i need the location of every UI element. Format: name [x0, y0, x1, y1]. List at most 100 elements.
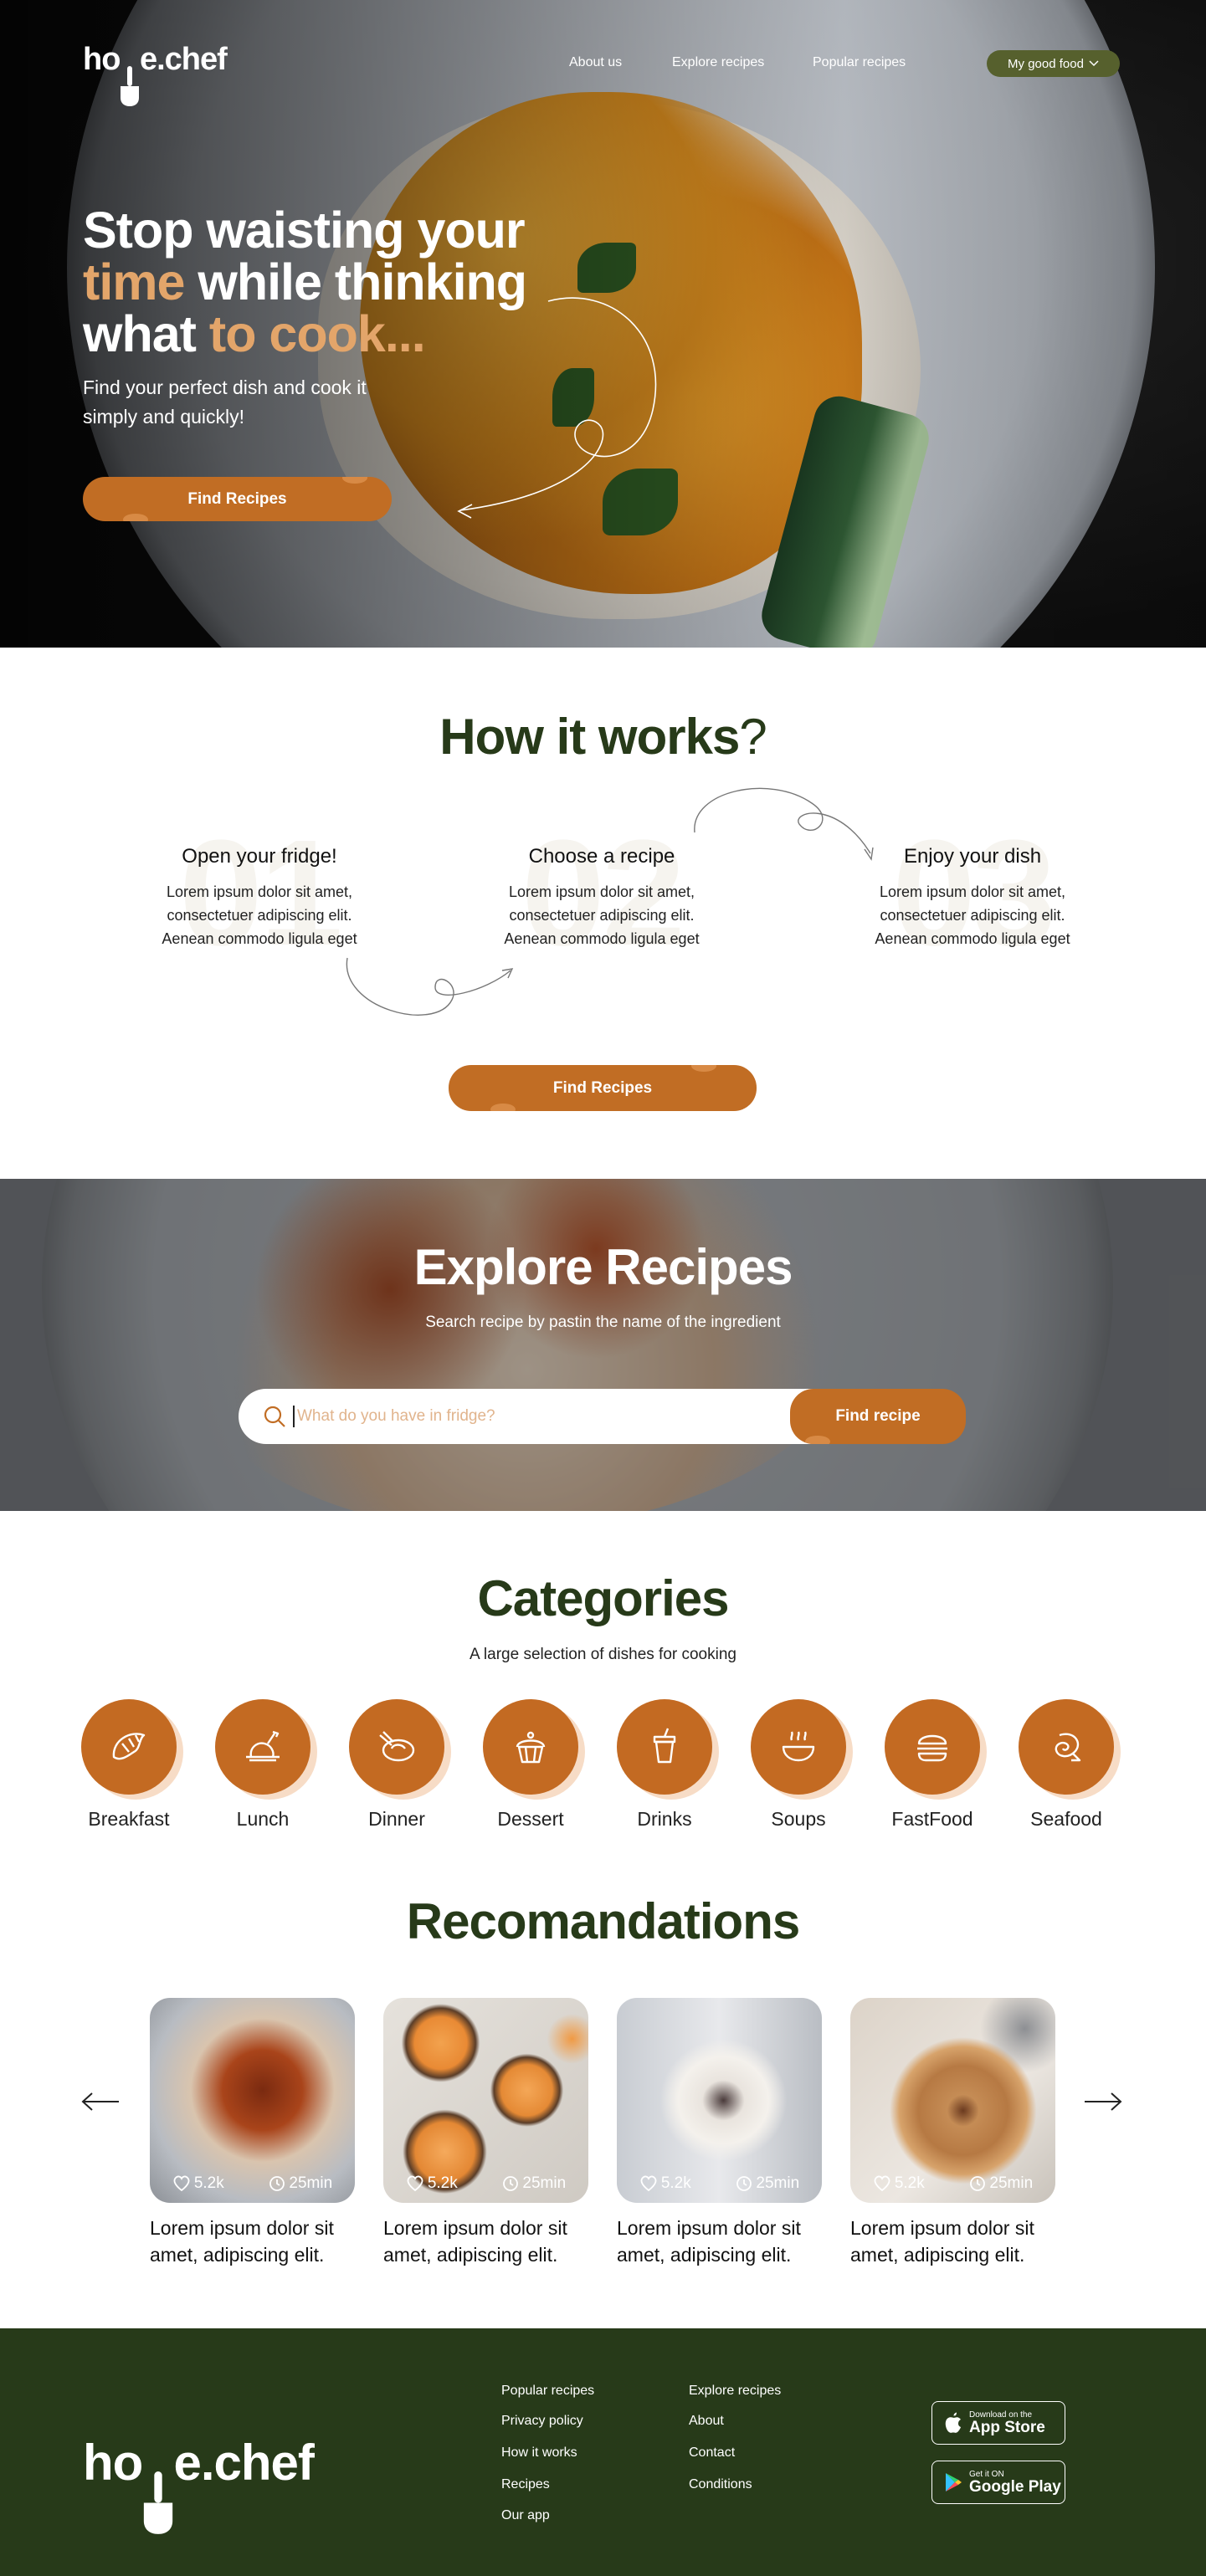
- cook-time: 25min: [269, 2174, 332, 2193]
- headline-line2: while thinking: [184, 254, 527, 310]
- footer-link-recipes[interactable]: Recipes: [501, 2477, 550, 2492]
- likes: 5.2k: [172, 2174, 224, 2193]
- button-label: Find Recipes: [552, 1078, 653, 1097]
- time-value: 25min: [522, 2174, 567, 2192]
- arrow-left-icon: [81, 2092, 119, 2111]
- carousel-next-button[interactable]: [1083, 2085, 1123, 2118]
- croissant-icon: [112, 1733, 146, 1760]
- likes-count: 5.2k: [894, 2174, 925, 2192]
- account-dropdown[interactable]: My good food: [987, 50, 1120, 77]
- likes: 5.2k: [873, 2174, 925, 2193]
- recipe-meta: 5.2k 25min: [617, 2174, 822, 2193]
- google-play-icon: [946, 2473, 962, 2491]
- dinner-plate-icon: [379, 1731, 415, 1762]
- clock-icon: [736, 2176, 752, 2191]
- find-recipe-button[interactable]: Find recipe: [790, 1389, 966, 1444]
- logo-text-left: ho: [83, 2435, 143, 2491]
- nav-explore-recipes[interactable]: Explore recipes: [672, 55, 764, 70]
- nav-about-us[interactable]: About us: [569, 55, 622, 70]
- recipe-title: Lorem ipsum dolor sit amet, adipiscing e…: [150, 2217, 334, 2266]
- drink-cup-icon: [653, 1728, 676, 1764]
- category-dinner[interactable]: Dinner: [330, 1699, 464, 1831]
- carousel-prev-button[interactable]: [80, 2085, 121, 2118]
- category-fastfood[interactable]: FastFood: [865, 1699, 999, 1831]
- hero-section: ho e.chef About us Explore recipes Popula…: [0, 0, 1206, 648]
- logo[interactable]: ho e.chef: [83, 42, 228, 106]
- category-breakfast[interactable]: Breakfast: [62, 1699, 196, 1831]
- roast-chicken-icon: [246, 1730, 280, 1762]
- apple-icon: [945, 2412, 961, 2433]
- recipe-image: 5.2k 25min: [617, 1998, 822, 2203]
- footer-link-privacy-policy[interactable]: Privacy policy: [501, 2414, 583, 2429]
- footer-logo[interactable]: ho e.chef: [83, 2434, 315, 2534]
- explore-subtitle: Search recipe by pastin the name of the …: [425, 1314, 781, 1331]
- cook-time: 25min: [736, 2174, 799, 2193]
- category-soups[interactable]: Soups: [731, 1699, 865, 1831]
- category-dessert[interactable]: Dessert: [464, 1699, 598, 1831]
- clock-icon: [503, 2176, 519, 2191]
- category-label: Dessert: [497, 1808, 564, 1830]
- step-title: Open your fridge!: [182, 845, 337, 868]
- clock-icon: [269, 2176, 285, 2191]
- recipe-card[interactable]: 5.2k 25min Lorem ipsum dolor sit amet, a…: [383, 1998, 588, 2268]
- logo-text-right: e.chef: [173, 2435, 315, 2491]
- button-drip: [805, 1436, 830, 1444]
- footer-link-contact[interactable]: Contact: [689, 2445, 735, 2461]
- button-drip: [691, 1065, 716, 1072]
- explore-overlay: [0, 1179, 1206, 1511]
- footer-link-conditions[interactable]: Conditions: [689, 2477, 752, 2492]
- recipe-image: 5.2k 25min: [150, 1998, 355, 2203]
- recipe-card[interactable]: 5.2k 25min Lorem ipsum dolor sit amet, a…: [150, 1998, 355, 2268]
- search-input[interactable]: [297, 1401, 766, 1432]
- likes: 5.2k: [406, 2174, 458, 2193]
- store-big-text: App Store: [969, 2418, 1045, 2436]
- cook-time: 25min: [969, 2174, 1033, 2193]
- recipe-card[interactable]: 5.2k 25min Lorem ipsum dolor sit amet, a…: [617, 1998, 822, 2268]
- recipe-meta: 5.2k 25min: [383, 2174, 588, 2193]
- recommendations-title: Recomandations: [406, 1893, 800, 1949]
- step-title: Enjoy your dish: [903, 845, 1042, 868]
- nav-popular-recipes[interactable]: Popular recipes: [813, 55, 906, 70]
- category-label: FastFood: [891, 1808, 973, 1830]
- store-small-text: Get it ON: [969, 2469, 1004, 2479]
- button-drip: [342, 477, 367, 484]
- shrimp-icon: [1055, 1733, 1081, 1762]
- how-find-recipes-button[interactable]: Find Recipes: [449, 1065, 757, 1111]
- category-label: Dinner: [368, 1808, 425, 1830]
- headline-line1: Stop waisting your: [83, 202, 526, 259]
- footer-link-explore-recipes[interactable]: Explore recipes: [689, 2384, 781, 2399]
- footer-link-about[interactable]: About: [689, 2414, 724, 2429]
- step-2: 02 Choose a recipe Lorem ipsum dolor sit…: [485, 818, 719, 969]
- likes-count: 5.2k: [193, 2174, 224, 2192]
- recipe-meta: 5.2k 25min: [150, 2174, 355, 2193]
- heart-icon: [407, 2175, 423, 2192]
- category-seafood[interactable]: Seafood: [999, 1699, 1133, 1831]
- app-store-button[interactable]: Download on the App Store: [931, 2401, 1065, 2445]
- step-title: Choose a recipe: [528, 845, 675, 868]
- heart-icon: [173, 2175, 190, 2192]
- title-question-mark: ?: [739, 709, 767, 765]
- time-value: 25min: [756, 2174, 800, 2192]
- step-text: Lorem ipsum dolor sit amet, consectetuer…: [162, 883, 357, 947]
- footer-link-our-app[interactable]: Our app: [501, 2508, 550, 2523]
- hero-find-recipes-button[interactable]: Find Recipes: [83, 477, 392, 521]
- hero-headline: Stop waisting your time while thinking w…: [83, 204, 585, 360]
- footer-link-popular-recipes[interactable]: Popular recipes: [501, 2384, 594, 2399]
- likes-count: 5.2k: [660, 2174, 691, 2192]
- recipe-card[interactable]: 5.2k 25min Lorem ipsum dolor sit amet, a…: [850, 1998, 1055, 2268]
- soup-bowl-icon: [782, 1731, 815, 1762]
- title-text: How it works: [439, 709, 740, 765]
- headline-accent-time: time: [83, 254, 185, 310]
- category-lunch[interactable]: Lunch: [196, 1699, 330, 1831]
- headline-dots: ...: [384, 305, 426, 362]
- category-label: Breakfast: [88, 1808, 170, 1830]
- footer-link-how-it-works[interactable]: How it works: [501, 2445, 577, 2461]
- likes-count: 5.2k: [427, 2174, 458, 2192]
- google-play-button[interactable]: Get it ON Google Play: [931, 2461, 1065, 2504]
- footer: ho e.chef Popular recipes Privacy policy …: [0, 2328, 1206, 2576]
- burger-icon: [917, 1734, 947, 1762]
- arrow-right-icon: [1085, 2092, 1122, 2111]
- time-value: 25min: [989, 2174, 1034, 2192]
- category-drinks[interactable]: Drinks: [598, 1699, 731, 1831]
- how-it-works-title: How it works?: [0, 708, 1206, 766]
